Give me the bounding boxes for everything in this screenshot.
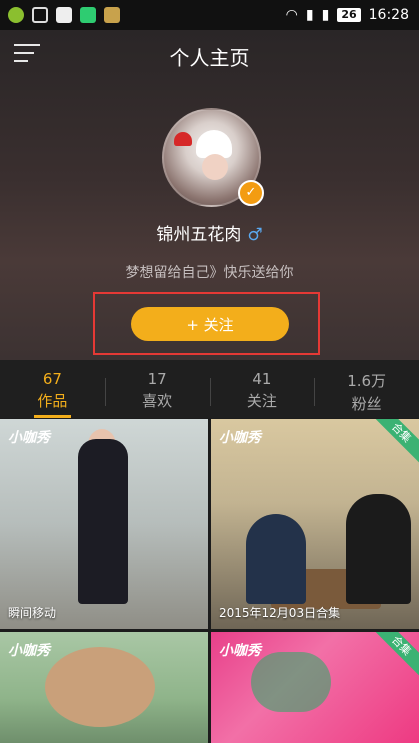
signature: 梦想留给自己》快乐送给你 (125, 265, 294, 281)
verified-badge-icon: ✓ (238, 180, 264, 206)
male-icon: ♂ (247, 225, 263, 245)
screenshot-icon (32, 7, 48, 23)
wechat-icon (80, 7, 96, 23)
fans-label: 粉丝 (351, 395, 382, 413)
app-logo: 小咖秀 (8, 643, 50, 659)
tab-fans[interactable]: 1.6万 粉丝 (314, 360, 419, 418)
app-logo: 小咖秀 (219, 430, 261, 446)
video-grid: 小咖秀 瞬间移动 小咖秀 合集 2015年12月03日合集 小咖秀 小咖秀 合集 (0, 419, 419, 743)
video-caption: 2015年12月03日合集 (219, 606, 341, 620)
video-caption: 瞬间移动 (8, 606, 57, 620)
app-logo: 小咖秀 (8, 430, 50, 446)
app-notification-icon (8, 7, 24, 23)
wifi-icon: ◠ (285, 7, 298, 23)
signal-icon-2: ▮ (321, 7, 330, 23)
works-label: 作品 (37, 392, 68, 410)
game-icon (104, 7, 120, 23)
signal-icon: ▮ (305, 7, 314, 23)
fans-count: 1.6万 (347, 372, 387, 390)
tab-works[interactable]: 67 作品 (0, 360, 105, 418)
status-bar: ◠ ▮ ▮ 26 16:28 (0, 0, 419, 30)
tab-following[interactable]: 41 关注 (209, 360, 315, 418)
works-count: 67 (42, 370, 62, 388)
likes-label: 喜欢 (142, 392, 173, 410)
page-title: 个人主页 (169, 46, 250, 70)
collection-badge: 合集 (367, 632, 419, 680)
following-count: 41 (252, 370, 272, 388)
video-thumbnail[interactable]: 小咖秀 合集 2015年12月03日合集 (211, 419, 419, 629)
collection-badge: 合集 (367, 419, 419, 467)
username: 锦州五花肉 ♂ (0, 220, 419, 245)
following-label: 关注 (246, 392, 277, 410)
follow-button[interactable]: + 关注 (131, 307, 289, 341)
app-icon-white (56, 7, 72, 23)
video-thumbnail[interactable]: 小咖秀 瞬间移动 (0, 419, 208, 629)
profile-header: 个人主页 ✓ 锦州五花肉 ♂ 梦想留给自己》快乐送给你 + 关注 (0, 30, 419, 360)
follow-label: + 关注 (186, 315, 234, 334)
likes-count: 17 (147, 370, 167, 388)
video-thumbnail[interactable]: 小咖秀 (0, 632, 208, 743)
username-text: 锦州五花肉 (156, 225, 242, 245)
battery-indicator: 26 (337, 8, 361, 22)
clock: 16:28 (368, 7, 409, 23)
tab-likes[interactable]: 17 喜欢 (104, 360, 210, 418)
video-thumbnail[interactable]: 小咖秀 合集 (211, 632, 419, 743)
app-logo: 小咖秀 (219, 643, 261, 659)
stats-bar: 67 作品 17 喜欢 41 关注 1.6万 粉丝 (0, 360, 419, 418)
